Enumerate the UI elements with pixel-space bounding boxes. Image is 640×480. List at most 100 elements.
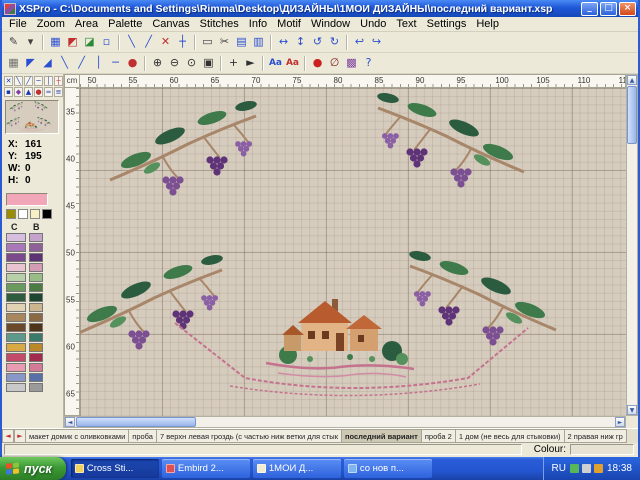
double-line-tool-icon[interactable]: ═: [44, 87, 53, 97]
grid-toggle-icon[interactable]: ▦: [5, 55, 22, 72]
palette-swatch-back[interactable]: [29, 363, 43, 372]
stitch-canvas[interactable]: [80, 88, 626, 416]
zoom-fit-icon[interactable]: ▣: [200, 55, 217, 72]
zoom-in-icon[interactable]: ⊕: [149, 55, 166, 72]
tray-icon-2[interactable]: [582, 464, 591, 473]
menu-item-canvas[interactable]: Canvas: [147, 17, 194, 31]
zoom-actual-icon[interactable]: ⊙: [183, 55, 200, 72]
rotate-right-icon[interactable]: ↻: [326, 34, 343, 51]
vertical-line-icon[interactable]: │: [90, 55, 107, 72]
menu-item-stitches[interactable]: Stitches: [195, 17, 244, 31]
palette-swatch-cross[interactable]: [6, 253, 26, 262]
minimize-button[interactable]: _: [581, 2, 598, 16]
palette-swatch-cross[interactable]: [6, 313, 26, 322]
mirror-vertical-icon[interactable]: ↕: [292, 34, 309, 51]
menu-item-motif[interactable]: Motif: [272, 17, 306, 31]
menu-item-text[interactable]: Text: [391, 17, 421, 31]
palette-swatch-back[interactable]: [29, 303, 43, 312]
pattern-tab[interactable]: проба 2: [422, 429, 456, 443]
menu-item-palette[interactable]: Palette: [103, 17, 147, 31]
palette-swatch-cross[interactable]: [6, 303, 26, 312]
pattern-tab[interactable]: 2 правая ниж гр: [565, 429, 627, 443]
menu-item-info[interactable]: Info: [244, 17, 272, 31]
palette-swatch-back[interactable]: [29, 343, 43, 352]
pattern-tab[interactable]: макет домик с оливковками: [26, 429, 129, 443]
taskbar-button[interactable]: Embird 2...: [162, 459, 250, 478]
menu-item-zoom[interactable]: Zoom: [32, 17, 70, 31]
palette-swatch-cross[interactable]: [6, 233, 26, 242]
french-knot-icon[interactable]: ●: [124, 55, 141, 72]
menu-item-help[interactable]: Help: [471, 17, 504, 31]
menu-item-settings[interactable]: Settings: [422, 17, 472, 31]
palette-swatch-back[interactable]: [29, 283, 43, 292]
full-cross-tool-icon[interactable]: ✕: [4, 76, 13, 86]
palette-swatch-cross[interactable]: [6, 243, 26, 252]
quick-swatch[interactable]: [18, 209, 28, 219]
palette-swatch-cross[interactable]: [6, 363, 26, 372]
palette-swatch-back[interactable]: [29, 273, 43, 282]
pattern-tab[interactable]: последний вариант: [342, 429, 422, 443]
pan-tool-icon[interactable]: +: [225, 55, 242, 72]
palette-swatch-cross[interactable]: [6, 343, 26, 352]
zoom-out-icon[interactable]: ⊖: [166, 55, 183, 72]
text-latin-icon[interactable]: Aa: [267, 55, 284, 72]
help-tool-icon[interactable]: ?: [360, 55, 377, 72]
scroll-up-button[interactable]: ▲: [627, 75, 637, 85]
select-rectangle-icon[interactable]: ▭: [199, 34, 216, 51]
palette-swatch-cross[interactable]: [6, 283, 26, 292]
no-color-icon[interactable]: ∅: [326, 55, 343, 72]
half-bottom-stitch-icon[interactable]: ◢: [39, 55, 56, 72]
menu-item-area[interactable]: Area: [70, 17, 103, 31]
titlebar[interactable]: XSPro - C:\Documents and Settings\Rimma\…: [2, 0, 638, 17]
palette-settings-icon[interactable]: ▩: [343, 55, 360, 72]
palette-swatch-cross[interactable]: [6, 323, 26, 332]
taskbar-button[interactable]: 1МОИ Д...: [253, 459, 341, 478]
pencil-tool-icon[interactable]: ✎: [5, 34, 22, 51]
undo-icon[interactable]: ↩: [351, 34, 368, 51]
palette-swatch-cross[interactable]: [6, 373, 26, 382]
tray-icon-1[interactable]: [570, 464, 579, 473]
text-cyrillic-icon[interactable]: Аа: [284, 55, 301, 72]
cut-icon[interactable]: ✂: [216, 34, 233, 51]
palette-swatch-back[interactable]: [29, 313, 43, 322]
start-button[interactable]: пуск: [0, 457, 66, 480]
grid-stitch-tool-icon[interactable]: ┼: [54, 76, 63, 86]
color-wheel-icon[interactable]: ●: [309, 55, 326, 72]
palette-swatch-cross[interactable]: [6, 293, 26, 302]
taskbar-button[interactable]: со нов п...: [344, 459, 432, 478]
tray-icon-3[interactable]: [594, 464, 603, 473]
menu-item-window[interactable]: Window: [306, 17, 355, 31]
half-back-tool-icon[interactable]: ╲: [14, 76, 23, 86]
half-fore-tool-icon[interactable]: ╱: [24, 76, 33, 86]
palette-swatch-back[interactable]: [29, 293, 43, 302]
menu-item-undo[interactable]: Undo: [355, 17, 391, 31]
palette-swatch-cross[interactable]: [6, 273, 26, 282]
three-quarter-stitch-icon[interactable]: ◪: [81, 34, 98, 51]
petite-stitch-icon[interactable]: ▫: [98, 34, 115, 51]
vertical-scroll-thumb[interactable]: [627, 86, 637, 144]
palette-swatch-back[interactable]: [29, 243, 43, 252]
triple-line-tool-icon[interactable]: ≡: [54, 87, 63, 97]
tab-scroll-right-button[interactable]: ►: [14, 429, 26, 443]
vertical-scrollbar[interactable]: ▲ ▼: [626, 74, 638, 416]
half-stitch-icon[interactable]: ◩: [64, 34, 81, 51]
palette-swatch-back[interactable]: [29, 263, 43, 272]
pattern-tab[interactable]: проба: [129, 429, 157, 443]
pencil-dropdown-icon[interactable]: ▾: [22, 34, 39, 51]
pattern-tab[interactable]: 1 дом (не весь для стыковки): [456, 429, 565, 443]
palette-swatch-back[interactable]: [29, 333, 43, 342]
bead-tool-icon[interactable]: ◆: [14, 87, 23, 97]
quick-swatch[interactable]: [6, 209, 16, 219]
half-top-stitch-icon[interactable]: ◤: [22, 55, 39, 72]
close-button[interactable]: ×: [619, 2, 636, 16]
rotate-left-icon[interactable]: ↺: [309, 34, 326, 51]
paste-icon[interactable]: ▥: [250, 34, 267, 51]
palette-swatch-back[interactable]: [29, 253, 43, 262]
menu-item-file[interactable]: File: [4, 17, 32, 31]
petite-tool-icon[interactable]: ▪: [4, 87, 13, 97]
straight-stitch-icon[interactable]: ╱: [140, 34, 157, 51]
full-stitch-icon[interactable]: ▦: [47, 34, 64, 51]
palette-swatch-cross[interactable]: [6, 263, 26, 272]
diagonal-fore-icon[interactable]: ╱: [73, 55, 90, 72]
quick-swatch[interactable]: [30, 209, 40, 219]
